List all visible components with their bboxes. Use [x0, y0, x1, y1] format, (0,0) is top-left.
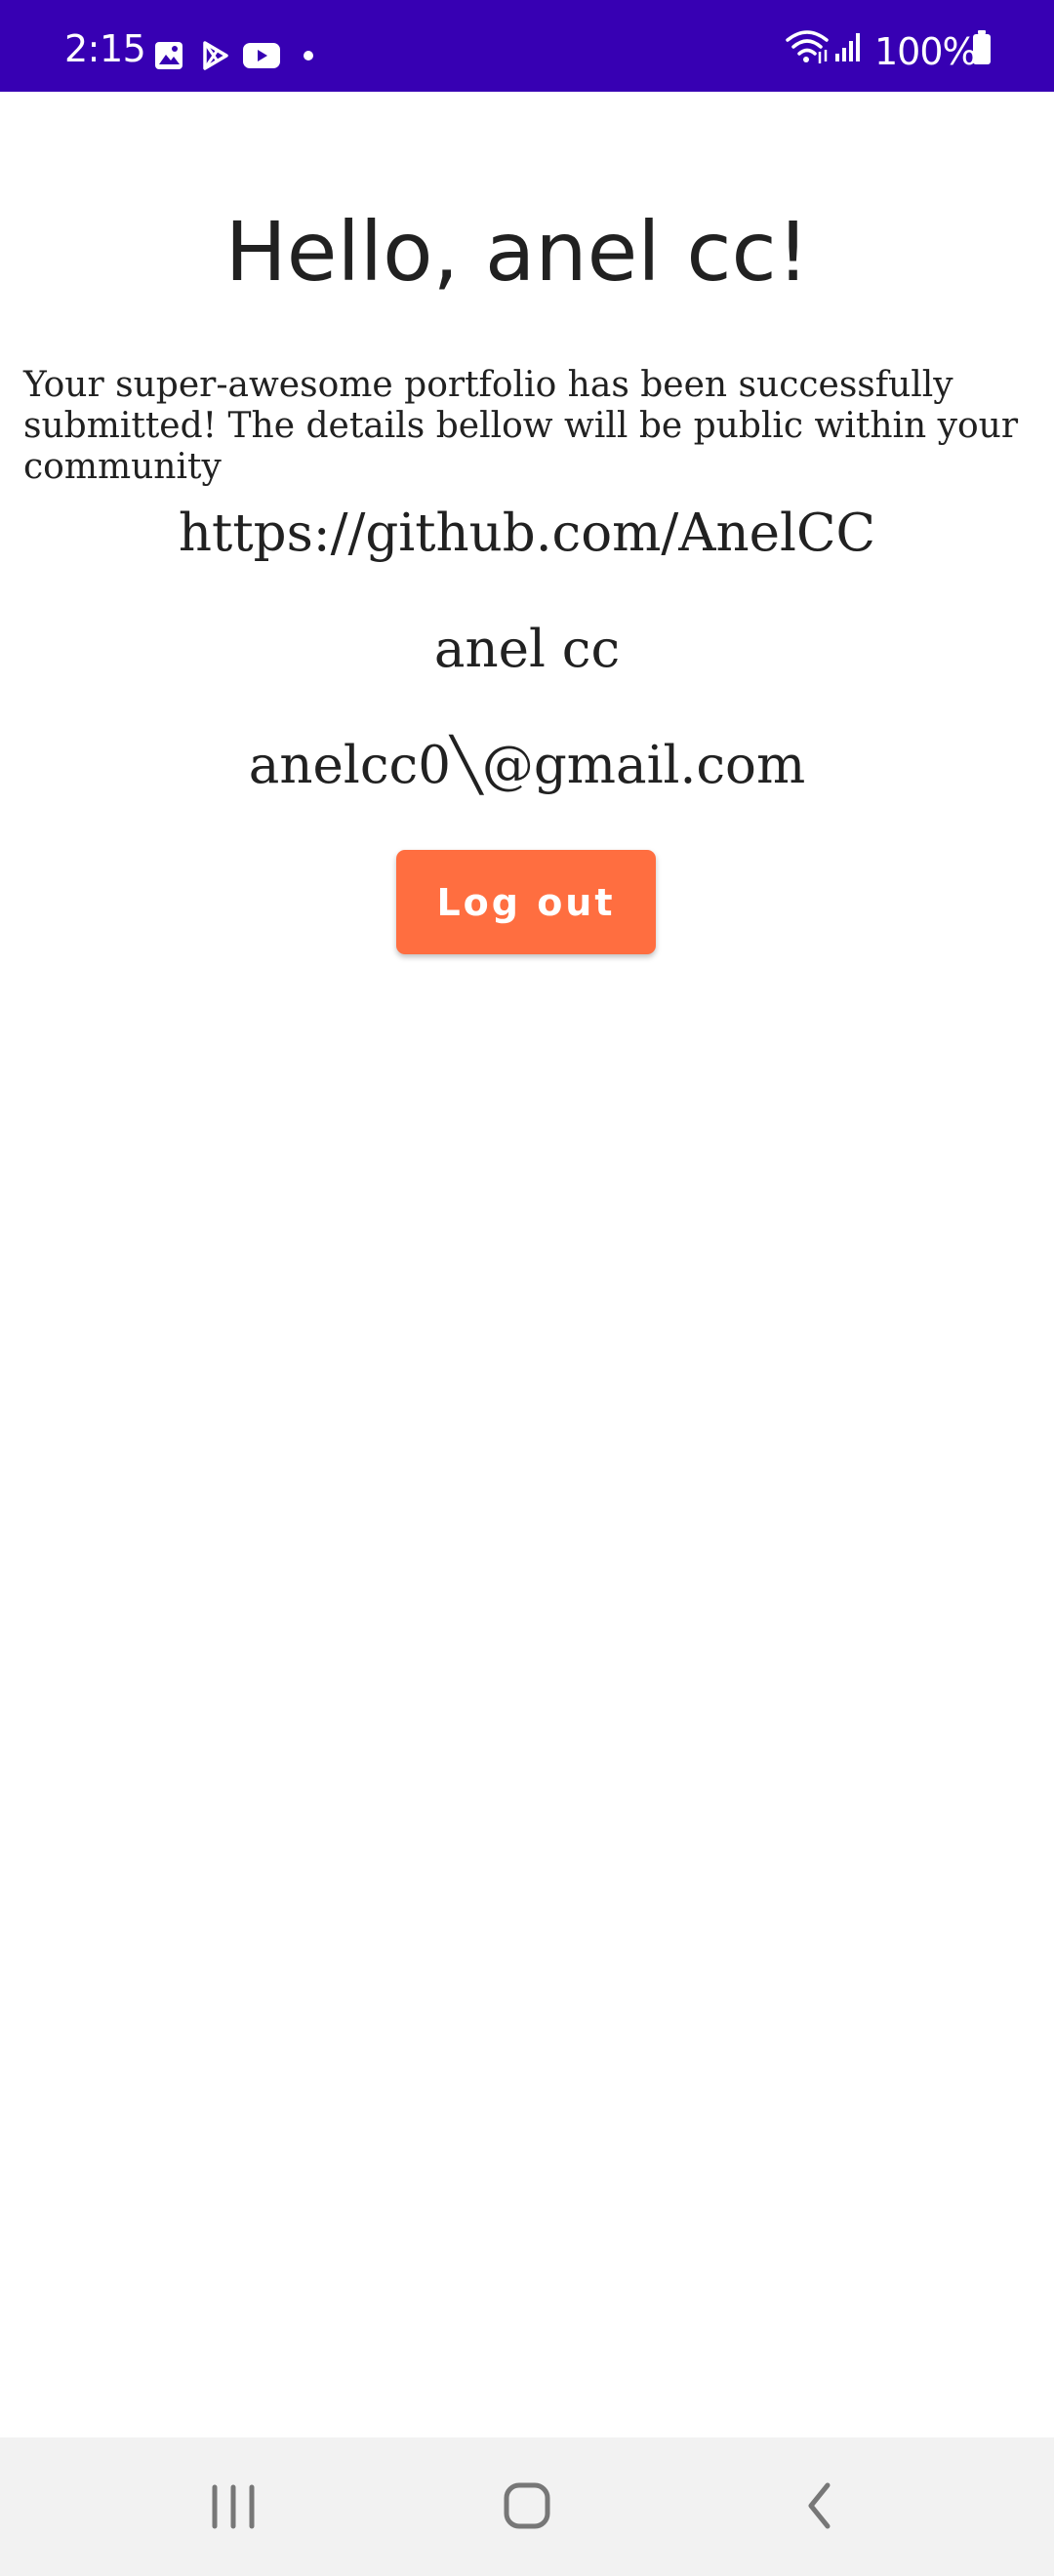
status-bar: 2:15 100%	[0, 0, 1054, 92]
home-icon[interactable]	[488, 2473, 566, 2541]
submission-message: Your super-awesome portfolio has been su…	[23, 365, 1019, 487]
wifi-icon	[786, 30, 829, 63]
back-icon[interactable]	[781, 2473, 859, 2541]
youtube-icon	[243, 43, 280, 68]
user-email: anelcc0╲@gmail.com	[248, 736, 806, 795]
logout-button[interactable]: Log out	[396, 850, 656, 954]
battery-percentage: 100%	[874, 30, 978, 73]
signal-icon	[835, 33, 860, 61]
github-url: https://github.com/AnelCC	[178, 503, 876, 563]
gallery-icon	[155, 42, 182, 69]
greeting-title: Hello, anel cc!	[224, 204, 810, 301]
status-time: 2:15	[64, 27, 146, 70]
recents-icon[interactable]	[195, 2473, 273, 2541]
play-store-icon	[203, 41, 228, 70]
battery-icon	[973, 30, 991, 64]
user-name: anel cc	[433, 620, 621, 679]
status-system-icons: 100%	[785, 28, 991, 73]
notification-dot-icon	[304, 51, 313, 60]
navigation-bar	[0, 2437, 1054, 2576]
